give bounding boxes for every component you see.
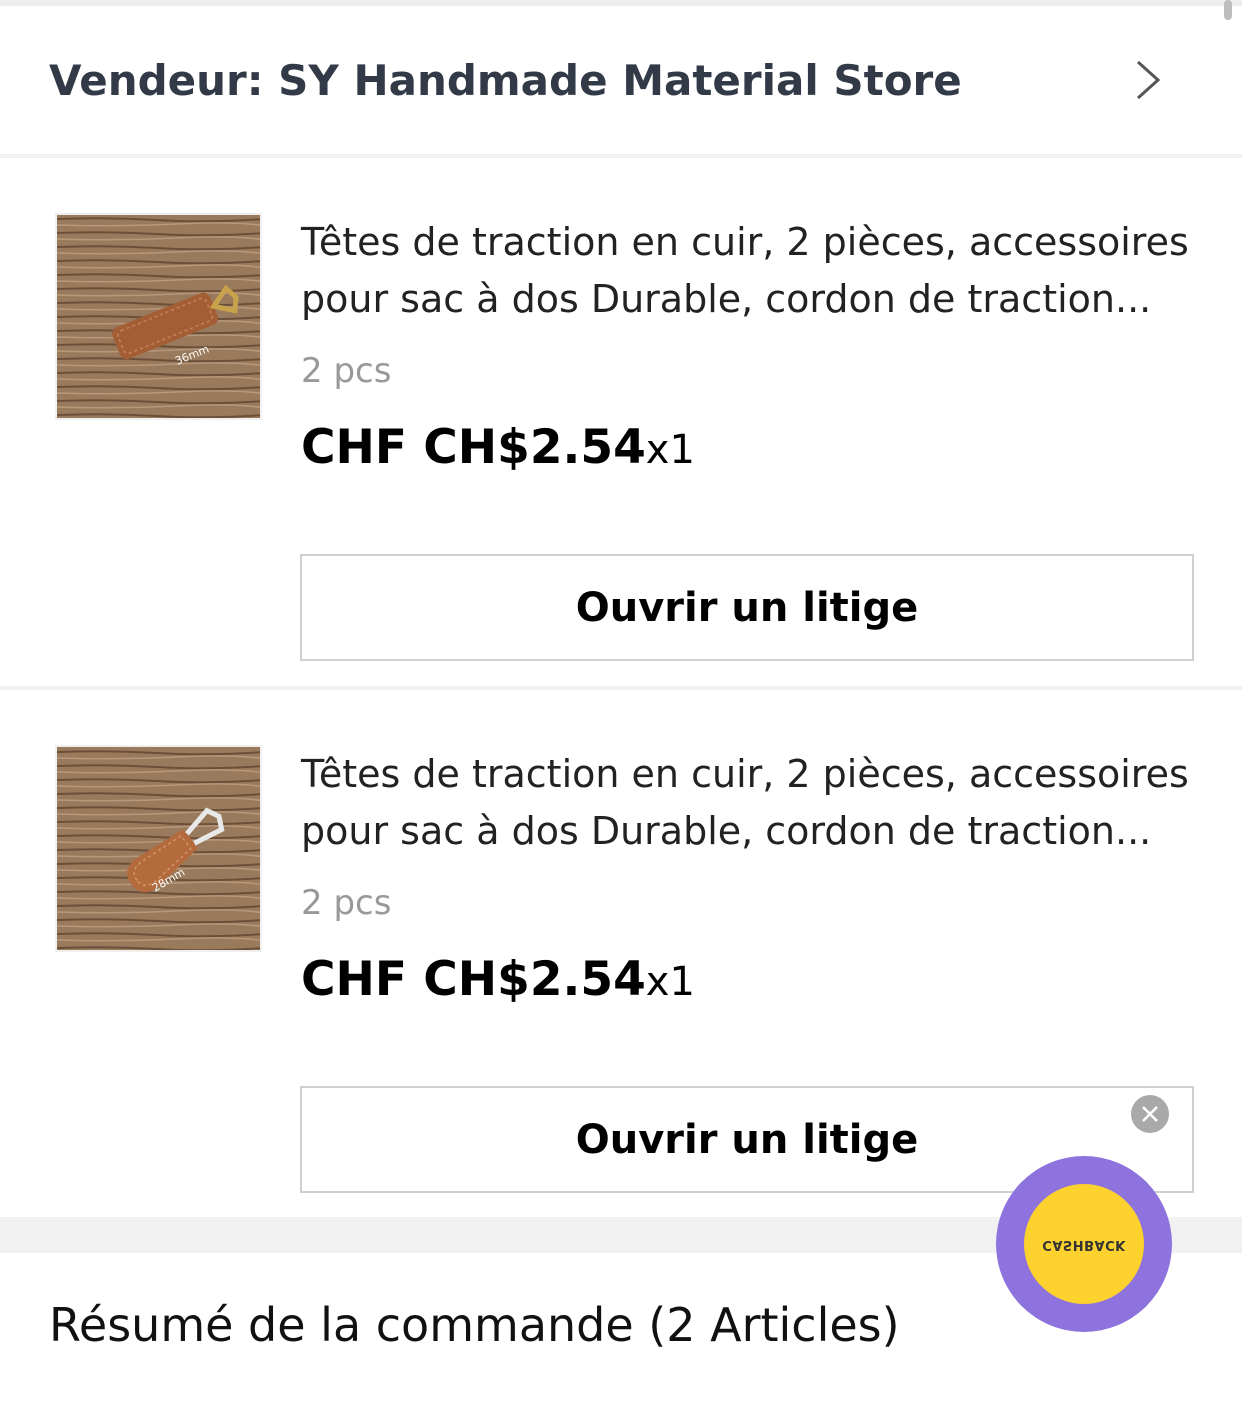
chevron-right-icon — [1136, 60, 1161, 100]
product-title[interactable]: Têtes de traction en cuir, 2 pièces, acc… — [301, 214, 1211, 328]
order-detail-page: Vendeur: SY Handmade Material Store 36mm… — [0, 0, 1242, 1418]
order-summary-heading: Résumé de la commande (2 Articles) — [49, 1298, 900, 1352]
product-title-line: pour sac à dos Durable, cordon de tracti… — [301, 277, 1152, 321]
order-item: 36mm Têtes de traction en cuir, 2 pièces… — [0, 158, 1242, 688]
product-title-line: pour sac à dos Durable, cordon de tracti… — [301, 809, 1152, 853]
product-price-line: CHF CH$2.54x1 — [301, 952, 695, 1007]
product-quantity: x1 — [645, 959, 695, 1005]
open-dispute-button[interactable]: Ouvrir un litige — [300, 554, 1194, 661]
product-quantity: x1 — [645, 427, 695, 473]
product-sku: 2 pcs — [301, 883, 392, 923]
product-price: CHF CH$2.54 — [301, 952, 646, 1007]
product-image[interactable]: 28mm — [55, 745, 262, 952]
cashback-label: CASHBACK — [1042, 1236, 1126, 1252]
product-image[interactable]: 36mm — [55, 213, 262, 420]
close-icon — [1142, 1106, 1158, 1122]
product-sku: 2 pcs — [301, 351, 392, 391]
close-cashback-button[interactable] — [1131, 1095, 1169, 1133]
cashback-floating-button[interactable]: CASHBACK — [996, 1156, 1172, 1332]
order-item: 28mm Têtes de traction en cuir, 2 pièces… — [0, 690, 1242, 1217]
product-title[interactable]: Têtes de traction en cuir, 2 pièces, acc… — [301, 746, 1211, 860]
product-price: CHF CH$2.54 — [301, 420, 646, 475]
cashback-badge: CASHBACK — [1024, 1184, 1144, 1304]
seller-row[interactable]: Vendeur: SY Handmade Material Store — [0, 6, 1242, 154]
product-title-line: Têtes de traction en cuir, 2 pièces, acc… — [301, 220, 1189, 264]
seller-name: Vendeur: SY Handmade Material Store — [49, 56, 962, 105]
product-title-line: Têtes de traction en cuir, 2 pièces, acc… — [301, 752, 1189, 796]
product-price-line: CHF CH$2.54x1 — [301, 420, 695, 475]
